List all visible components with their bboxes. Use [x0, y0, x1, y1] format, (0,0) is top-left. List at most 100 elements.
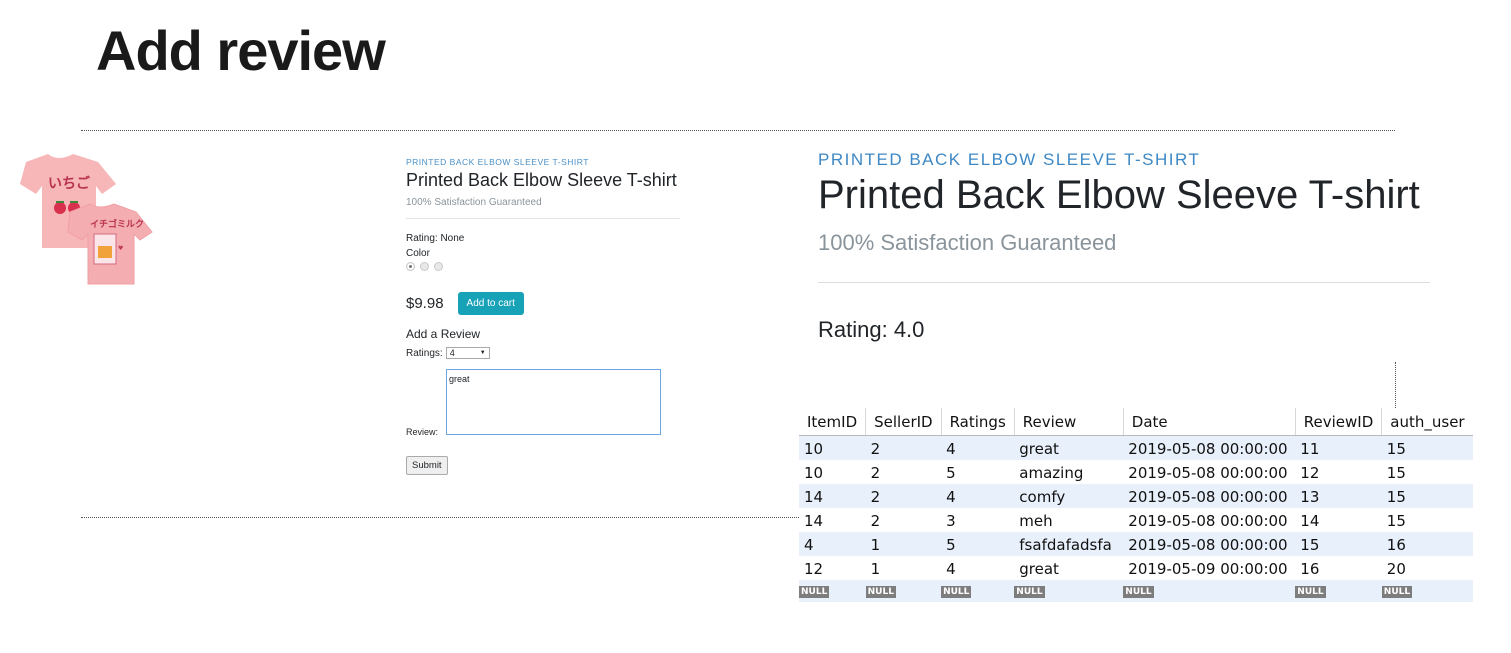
col-itemid[interactable]: ItemID: [799, 408, 867, 436]
add-review-heading: Add a Review: [406, 327, 481, 341]
ratings-row: Ratings: 4 ▼: [406, 347, 686, 359]
zoom-tagline: 100% Satisfaction Guaranteed: [818, 230, 1117, 255]
review-row: Review: great: [406, 369, 686, 437]
col-review[interactable]: Review: [1014, 408, 1124, 436]
table-row[interactable]: 12 1 4 great 2019-05-09 00:00:00 16 20: [799, 556, 1473, 580]
zoom-category: PRINTED BACK ELBOW SLEEVE T-SHIRT: [818, 150, 1201, 169]
submit-button[interactable]: Submit: [406, 456, 448, 475]
top-divider: [81, 130, 1395, 131]
cell: 2: [865, 435, 942, 460]
cell: 15: [1381, 484, 1473, 508]
color-label: Color: [406, 248, 430, 259]
cell: 14: [799, 484, 866, 508]
review-label: Review:: [406, 427, 439, 437]
cell: 14: [799, 508, 866, 532]
cell: 2019-05-08 00:00:00: [1123, 508, 1296, 532]
null-cell: NULL: [941, 580, 1015, 602]
cell: 13: [1295, 484, 1382, 508]
cell: 16: [1381, 532, 1473, 556]
product-image: いちご イチゴミルク ♥: [18, 150, 153, 285]
cell: comfy: [1014, 484, 1124, 508]
add-to-cart-button[interactable]: Add to cart: [457, 291, 524, 315]
col-reviewid[interactable]: ReviewID: [1295, 408, 1383, 436]
null-cell: NULL: [799, 580, 866, 602]
cell: fsafdafadsfa: [1014, 532, 1124, 556]
null-badge: NULL: [1014, 586, 1045, 598]
product-divider: [406, 218, 680, 219]
cell: 3: [941, 508, 1015, 532]
price-row: $9.98 Add to cart: [406, 291, 686, 315]
ratings-select[interactable]: 4 ▼: [445, 347, 490, 359]
product-zoom: PRINTED BACK ELBOW SLEEVE T-SHIRT Printe…: [818, 150, 1430, 343]
cell: 2019-05-08 00:00:00: [1123, 435, 1296, 460]
cell: 12: [799, 556, 866, 580]
col-ratings[interactable]: Ratings: [941, 408, 1015, 436]
cell: 10: [799, 460, 866, 484]
product-rating: Rating: None: [406, 233, 465, 244]
cell: 2019-05-08 00:00:00: [1123, 484, 1296, 508]
reviews-table: ItemID SellerID Ratings Review Date Revi…: [799, 408, 1473, 602]
cell: 2019-05-09 00:00:00: [1123, 556, 1296, 580]
ratings-label: Ratings:: [406, 347, 443, 359]
col-auth-user[interactable]: auth_user: [1381, 408, 1473, 436]
cell: 11: [1295, 435, 1382, 460]
cell: 2019-05-08 00:00:00: [1123, 460, 1296, 484]
color-radio-1[interactable]: [406, 262, 415, 271]
cell: 5: [941, 460, 1015, 484]
cell: 2019-05-08 00:00:00: [1123, 532, 1296, 556]
null-badge: NULL: [865, 586, 896, 598]
product-page-preview: PRINTED BACK ELBOW SLEEVE T-SHIRT Printe…: [406, 155, 686, 475]
cell: 14: [1295, 508, 1382, 532]
cell: 1: [865, 556, 942, 580]
slide-title: Add review: [96, 19, 386, 82]
svg-text:♥: ♥: [118, 245, 123, 252]
cell: 2: [865, 508, 942, 532]
product-price: $9.98: [406, 294, 444, 312]
table-row[interactable]: 10 2 4 great 2019-05-08 00:00:00 11 15: [799, 435, 1473, 460]
color-radio-2[interactable]: [420, 262, 429, 271]
right-divider: [1395, 362, 1396, 408]
front-print-text: いちご: [48, 175, 91, 192]
review-textarea[interactable]: great: [446, 369, 661, 435]
color-radio-3[interactable]: [434, 262, 443, 271]
cell: 16: [1295, 556, 1382, 580]
cell: 12: [1295, 460, 1382, 484]
table-row[interactable]: 4 1 5 fsafdafadsfa 2019-05-08 00:00:00 15 16: [799, 532, 1473, 556]
col-sellerid[interactable]: SellerID: [865, 408, 942, 436]
cell: amazing: [1014, 460, 1124, 484]
cell: 4: [941, 435, 1015, 460]
cell: 4: [941, 484, 1015, 508]
product-tagline: 100% Satisfaction Guaranteed: [406, 197, 542, 208]
cell: 10: [799, 435, 866, 460]
cell: 15: [1381, 460, 1473, 484]
table-row[interactable]: 10 2 5 amazing 2019-05-08 00:00:00 12 15: [799, 460, 1473, 484]
cell: 2: [865, 484, 942, 508]
col-date[interactable]: Date: [1123, 408, 1296, 436]
table-new-row[interactable]: NULL NULL NULL NULL NULL NULL NULL: [799, 580, 1473, 602]
cell: 15: [1381, 508, 1473, 532]
null-cell: NULL: [1123, 580, 1296, 602]
cell: meh: [1014, 508, 1124, 532]
null-badge: NULL: [1381, 586, 1413, 598]
null-cell: NULL: [1295, 580, 1382, 602]
null-badge: NULL: [1295, 586, 1326, 598]
cell: 1: [865, 532, 942, 556]
cell: 15: [1295, 532, 1382, 556]
cell: 20: [1381, 556, 1473, 580]
cell: great: [1014, 435, 1124, 460]
table-row[interactable]: 14 2 3 meh 2019-05-08 00:00:00 14 15: [799, 508, 1473, 532]
product-title: Printed Back Elbow Sleeve T-shirt: [406, 170, 677, 190]
product-category: PRINTED BACK ELBOW SLEEVE T-SHIRT: [406, 157, 589, 167]
cell: 5: [941, 532, 1015, 556]
cell: 4: [941, 556, 1015, 580]
cell: 4: [799, 532, 866, 556]
null-badge: NULL: [941, 586, 972, 598]
null-cell: NULL: [1381, 580, 1473, 602]
bottom-divider: [81, 517, 799, 518]
table-row[interactable]: 14 2 4 comfy 2019-05-08 00:00:00 13 15: [799, 484, 1473, 508]
cell: 15: [1381, 435, 1473, 460]
ratings-select-value: 4: [449, 348, 455, 358]
color-swatches: [406, 262, 686, 271]
null-badge: NULL: [1123, 586, 1154, 598]
back-print-text: イチゴミルク: [90, 218, 144, 230]
